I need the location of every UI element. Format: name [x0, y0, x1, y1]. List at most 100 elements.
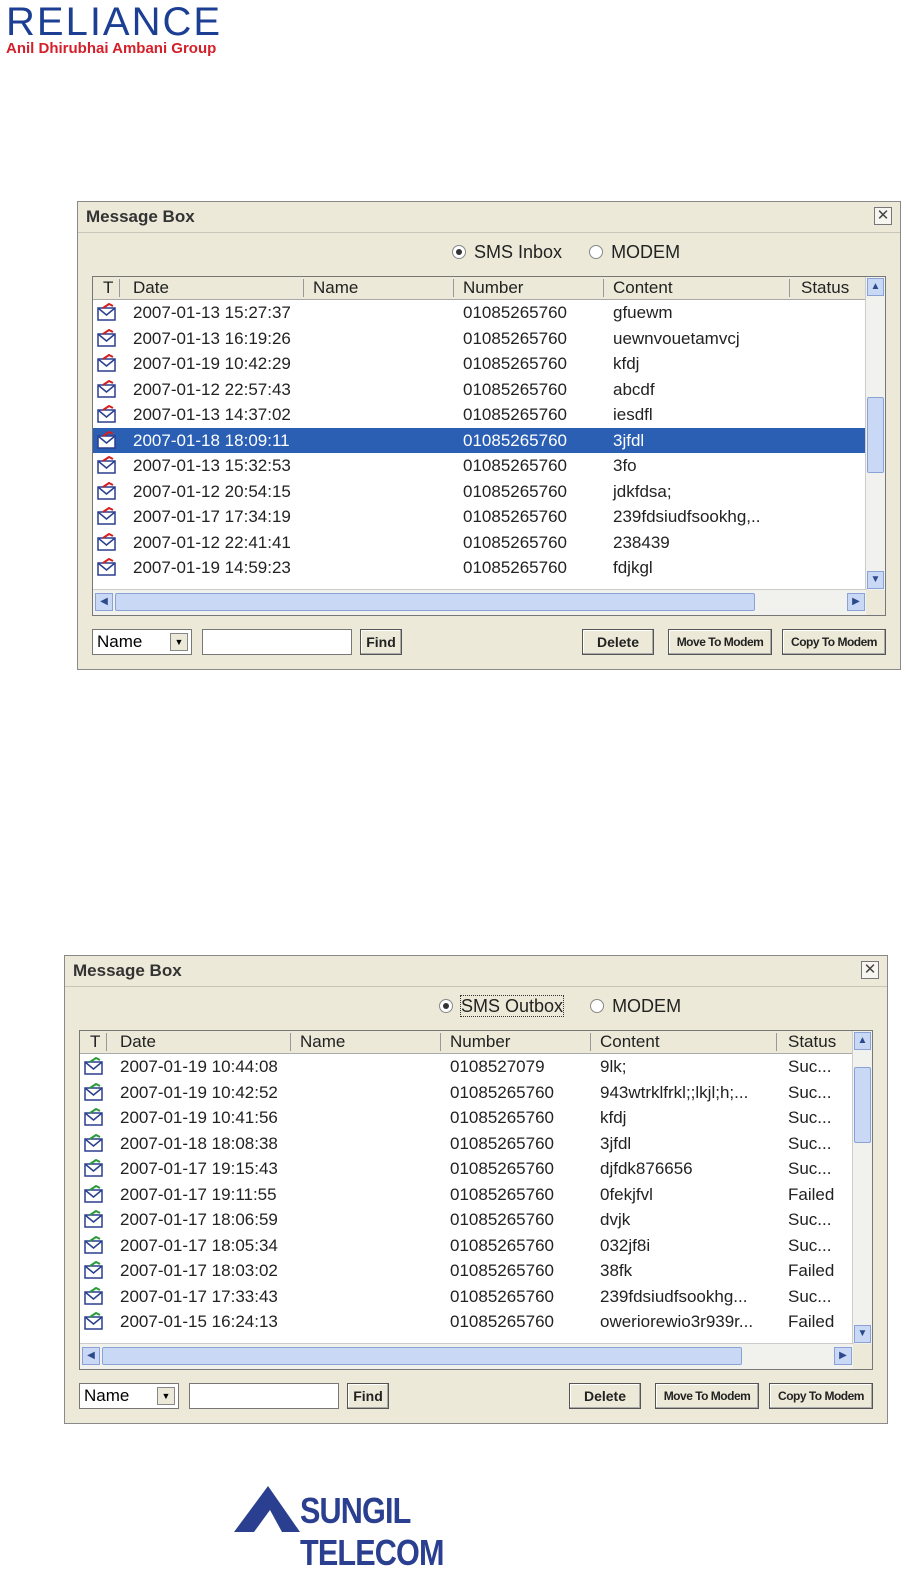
table-row[interactable]: 2007-01-12 22:57:43 01085265760 abcdf	[93, 377, 867, 403]
horizontal-scrollbar[interactable]: ◀ ▶	[80, 1343, 854, 1369]
cell-status: Suc...	[788, 1210, 832, 1229]
radio-label: MODEM	[612, 996, 682, 1016]
table-row[interactable]: 2007-01-17 19:15:43 01085265760 djfdk87665…	[80, 1156, 854, 1182]
scroll-right-icon[interactable]: ▶	[847, 593, 865, 611]
scroll-up-icon[interactable]: ▲	[867, 278, 884, 296]
table-row[interactable]: 2007-01-19 10:42:52 01085265760 943wtrklfr…	[80, 1080, 854, 1106]
window-title: Message Box	[73, 961, 182, 980]
chevron-down-icon[interactable]: ▼	[157, 1387, 175, 1405]
message-box-inbox-window: Message Box ✕ SMS Inbox MODEM T Date Nam…	[77, 201, 901, 670]
cell-date: 2007-01-12 22:57:43	[133, 379, 291, 399]
chevron-down-icon[interactable]: ▼	[170, 633, 188, 651]
cell-content: fdjkgl	[613, 558, 653, 577]
table-row[interactable]: 2007-01-12 20:54:15 01085265760 jdkfdsa;	[93, 479, 867, 505]
move-to-modem-button[interactable]: Move To Modem	[655, 1383, 759, 1409]
col-header-status[interactable]: Status	[788, 1032, 836, 1052]
move-to-modem-button[interactable]: Move To Modem	[668, 629, 772, 655]
table-row[interactable]: 2007-01-13 15:27:37 01085265760 gfuewm	[93, 300, 867, 326]
scroll-thumb[interactable]	[854, 1067, 871, 1143]
cell-status: Failed	[788, 1312, 835, 1331]
cell-number: 01085265760	[450, 1159, 555, 1178]
cell-number: 01085265760	[450, 1235, 555, 1255]
search-field-select[interactable]: Name ▼	[79, 1383, 179, 1409]
scroll-thumb[interactable]	[867, 397, 884, 473]
radio-sms-outbox[interactable]: SMS Outbox	[439, 995, 565, 1017]
scroll-thumb[interactable]	[102, 1347, 742, 1365]
cell-date: 2007-01-13 14:37:02	[133, 405, 291, 424]
cell-content: 0fekjfvl	[600, 1184, 653, 1204]
table-row[interactable]: 2007-01-19 10:41:56 01085265760 kfdj Suc...	[80, 1105, 854, 1131]
cell-content: oweriorewio3r939r...	[600, 1312, 754, 1331]
search-input[interactable]	[189, 1383, 339, 1409]
scroll-left-icon[interactable]: ◀	[82, 1347, 100, 1365]
scroll-left-icon[interactable]: ◀	[95, 593, 113, 611]
col-header-date[interactable]: Date	[120, 1032, 156, 1052]
cell-date: 2007-01-17 18:05:34	[120, 1235, 278, 1255]
close-icon[interactable]: ✕	[874, 207, 892, 225]
delete-button[interactable]: Delete	[569, 1383, 641, 1409]
vertical-scrollbar[interactable]: ▲ ▼	[865, 277, 885, 590]
horizontal-scrollbar[interactable]: ◀ ▶	[93, 589, 867, 615]
cell-content: djfdk876656	[600, 1159, 693, 1178]
search-field-select[interactable]: Name ▼	[92, 629, 192, 655]
envelope-read-icon	[97, 455, 117, 474]
col-header-content[interactable]: Content	[613, 278, 673, 298]
scroll-up-icon[interactable]: ▲	[854, 1032, 871, 1050]
col-header-number[interactable]: Number	[450, 1032, 510, 1052]
table-row[interactable]: 2007-01-12 22:41:41 01085265760 238439	[93, 530, 867, 556]
table-row[interactable]: 2007-01-17 18:06:59 01085265760 dvjk Suc...	[80, 1207, 854, 1233]
table-row[interactable]: 2007-01-13 14:37:02 01085265760 iesdfl	[93, 402, 867, 428]
copy-to-modem-button[interactable]: Copy To Modem	[769, 1383, 873, 1409]
envelope-read-icon	[97, 404, 117, 423]
copy-to-modem-button[interactable]: Copy To Modem	[782, 629, 886, 655]
vertical-scrollbar[interactable]: ▲ ▼	[852, 1031, 872, 1344]
radio-sms-inbox[interactable]: SMS Inbox	[452, 242, 562, 263]
table-row[interactable]: 2007-01-19 14:59:23 01085265760 fdjkgl	[93, 555, 867, 581]
cell-number: 01085265760	[450, 1261, 555, 1280]
col-header-status[interactable]: Status	[801, 278, 849, 298]
search-input[interactable]	[202, 629, 352, 655]
table-row[interactable]: 2007-01-17 17:34:19 01085265760 239fdsiudf…	[93, 504, 867, 530]
col-header-type[interactable]: T	[103, 278, 113, 298]
scroll-right-icon[interactable]: ▶	[834, 1347, 852, 1365]
table-row[interactable]: 2007-01-17 18:05:34 01085265760 032jf8i Suc…	[80, 1233, 854, 1259]
col-header-name[interactable]: Name	[313, 278, 358, 298]
list-rows: 2007-01-19 10:44:08 0108527079 9lk; Suc... 2…	[80, 1054, 854, 1344]
col-header-date[interactable]: Date	[133, 278, 169, 298]
envelope-sent-icon	[84, 1209, 104, 1228]
col-header-content[interactable]: Content	[600, 1032, 660, 1052]
table-row[interactable]: 2007-01-15 16:24:13 01085265760 oweriorewi…	[80, 1309, 854, 1335]
cell-number: 01085265760	[450, 1082, 555, 1102]
radio-modem[interactable]: MODEM	[589, 242, 680, 263]
col-header-type[interactable]: T	[90, 1032, 100, 1052]
cell-number: 01085265760	[450, 1286, 555, 1306]
cell-content: dvjk	[600, 1210, 631, 1229]
radio-dot-icon	[589, 245, 604, 259]
scroll-down-icon[interactable]: ▼	[867, 571, 884, 589]
cell-date: 2007-01-19 14:59:23	[133, 558, 291, 577]
table-row[interactable]: 2007-01-13 15:32:53 01085265760 3fo	[93, 453, 867, 479]
table-row[interactable]: 2007-01-18 18:08:38 01085265760 3jfdl Suc..…	[80, 1131, 854, 1157]
reliance-logo: RELIANCE Anil Dhirubhai Ambani Group	[6, 2, 316, 57]
scroll-down-icon[interactable]: ▼	[854, 1325, 871, 1343]
radio-modem[interactable]: MODEM	[590, 996, 681, 1017]
delete-button[interactable]: Delete	[582, 629, 654, 655]
table-row[interactable]: 2007-01-18 18:09:11 01085265760 3jfdl	[93, 427, 867, 453]
cell-date: 2007-01-18 18:09:11	[133, 430, 290, 450]
find-button[interactable]: Find	[360, 629, 402, 655]
cell-content: kfdj	[600, 1108, 627, 1127]
source-radio-group: SMS Outbox MODEM	[439, 995, 703, 1018]
col-header-name[interactable]: Name	[300, 1032, 345, 1052]
scroll-thumb[interactable]	[115, 593, 755, 611]
cell-content: 239fdsiudfsookhg...	[600, 1286, 748, 1306]
col-header-number[interactable]: Number	[463, 278, 523, 298]
table-row[interactable]: 2007-01-17 17:33:43 01085265760 239fdsiudf…	[80, 1284, 854, 1310]
table-row[interactable]: 2007-01-19 10:44:08 0108527079 9lk; Suc...	[80, 1054, 854, 1080]
table-row[interactable]: 2007-01-19 10:42:29 01085265760 kfdj	[93, 351, 867, 377]
cell-date: 2007-01-17 19:15:43	[120, 1159, 278, 1178]
table-row[interactable]: 2007-01-17 18:03:02 01085265760 38fk Failed	[80, 1258, 854, 1284]
close-icon[interactable]: ✕	[861, 961, 879, 979]
table-row[interactable]: 2007-01-17 19:11:55 01085265760 0fekjfvl Fa…	[80, 1182, 854, 1208]
table-row[interactable]: 2007-01-13 16:19:26 01085265760 uewnvoueta…	[93, 326, 867, 352]
find-button[interactable]: Find	[347, 1383, 389, 1409]
